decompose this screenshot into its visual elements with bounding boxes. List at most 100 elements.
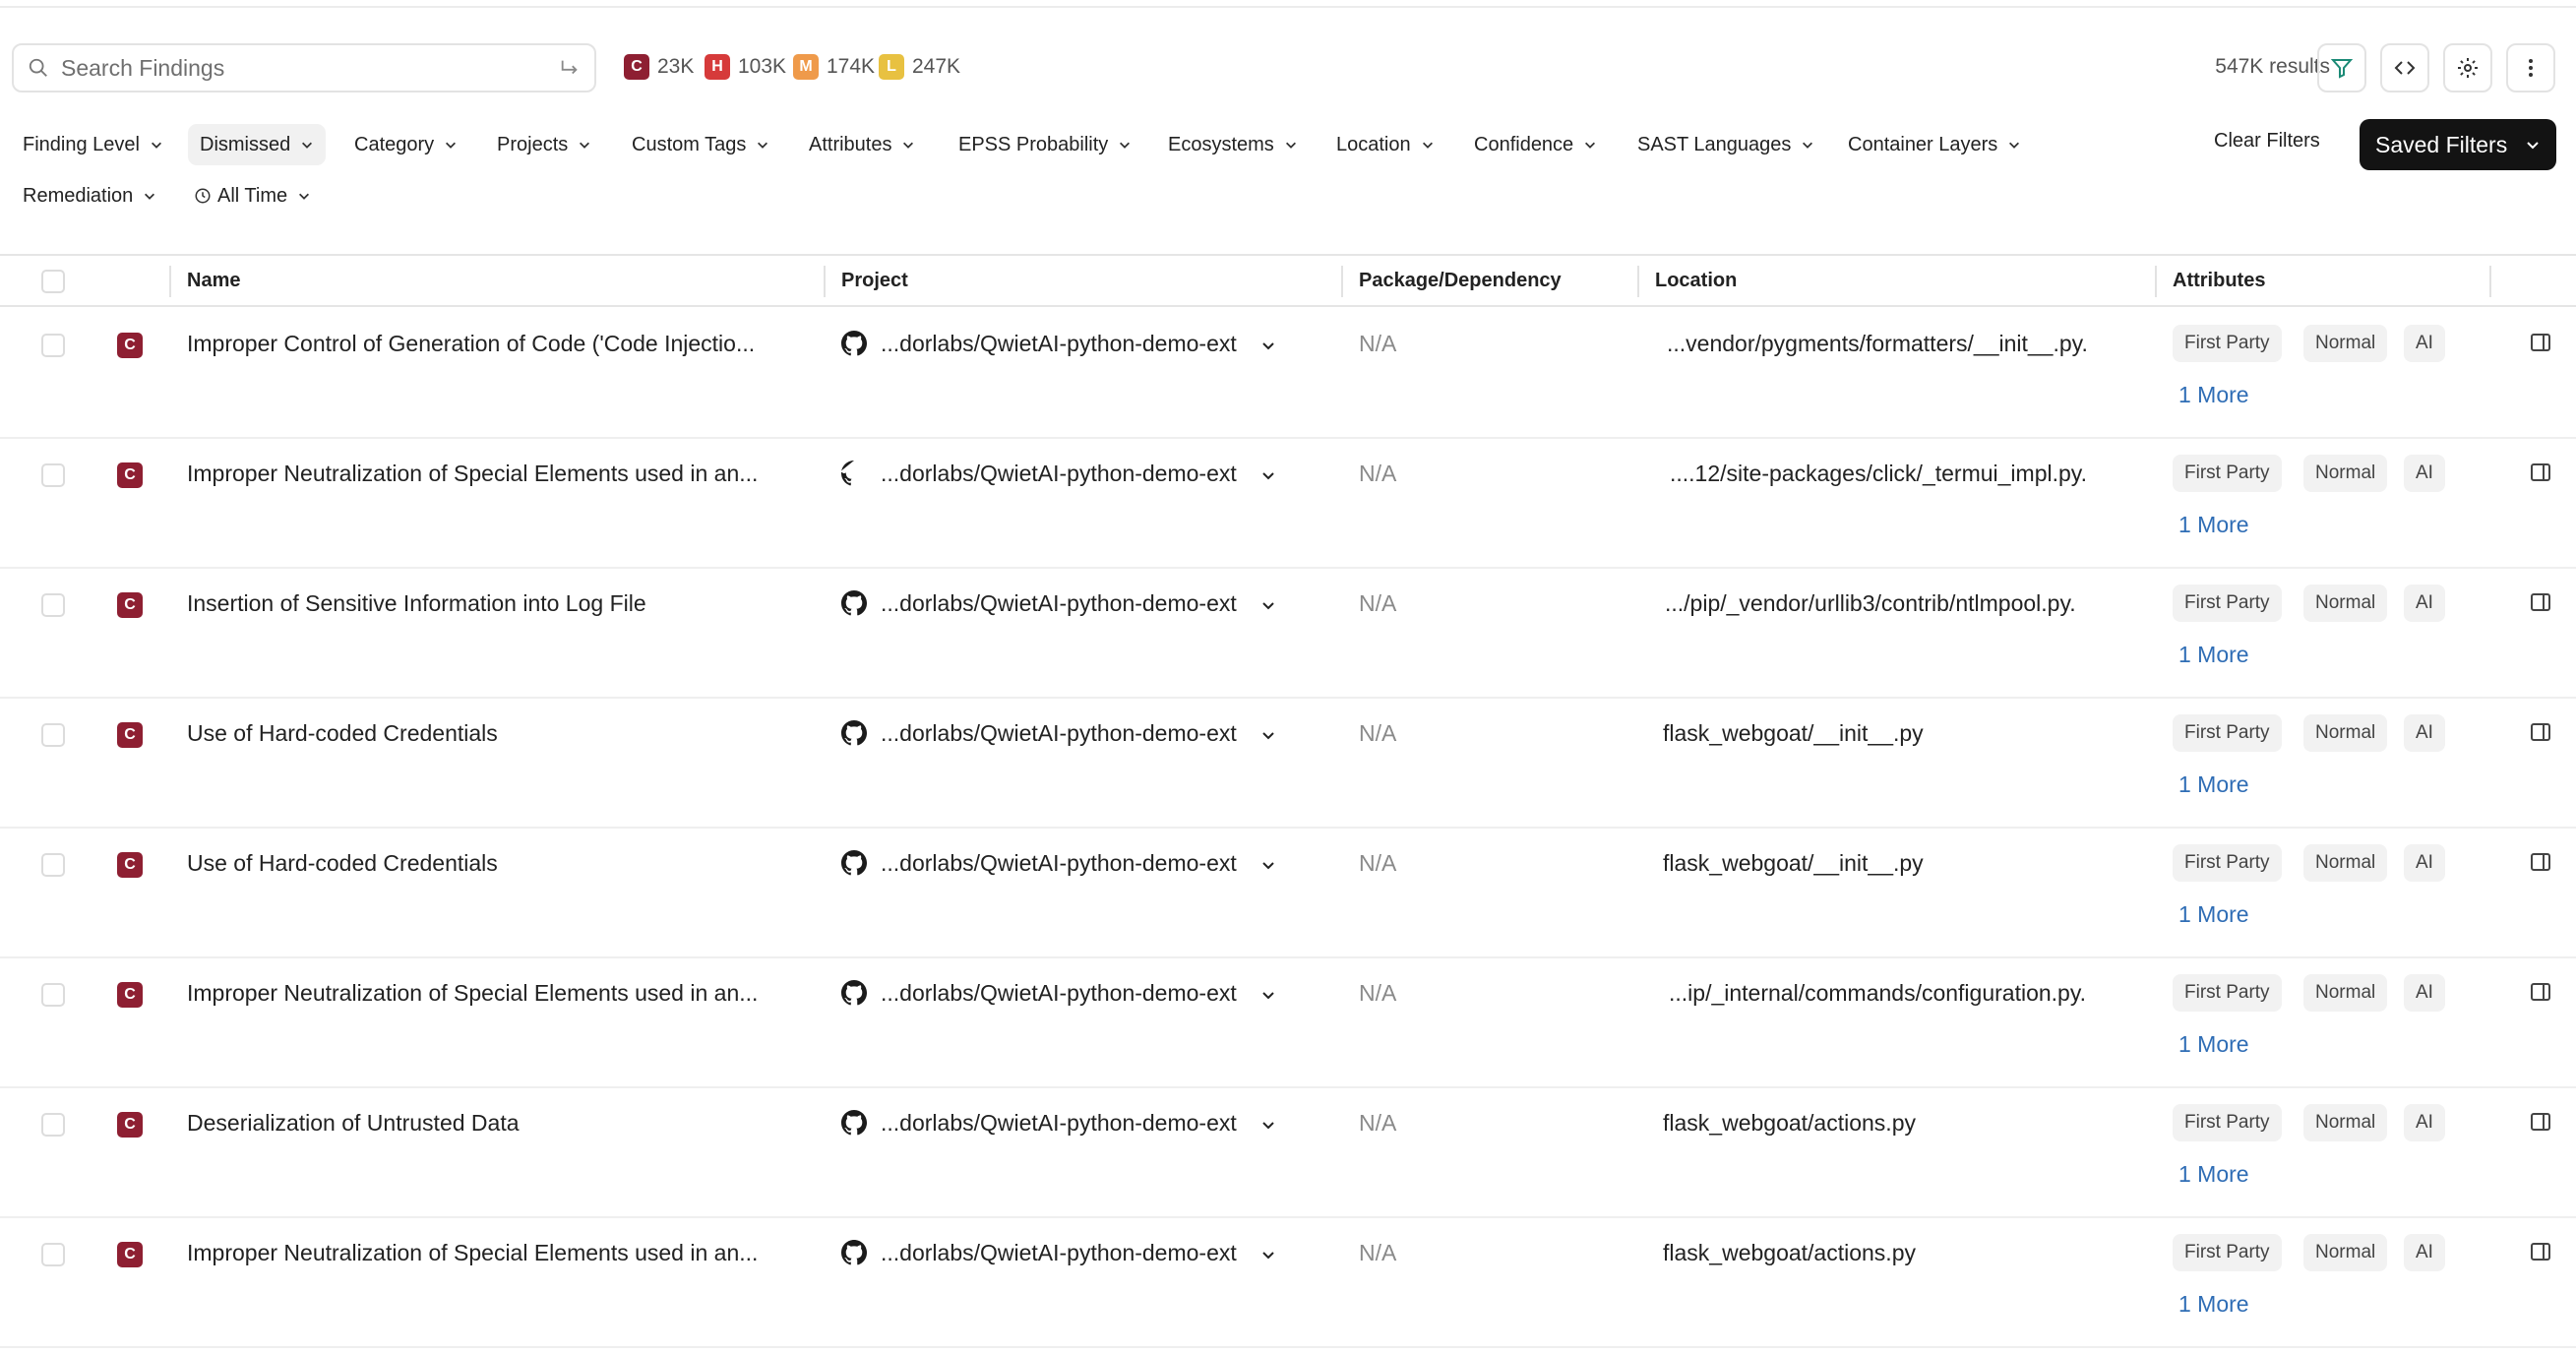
more-attributes-link[interactable]: 1 More (2178, 382, 2249, 408)
table-row[interactable]: C Improper Neutralization of Special Ele… (0, 439, 2576, 569)
row-checkbox[interactable] (41, 853, 65, 877)
finding-name[interactable]: Improper Neutralization of Special Eleme… (187, 461, 758, 487)
clear-filters-button[interactable]: Clear Filters (2214, 130, 2320, 153)
chevron-down-icon[interactable] (1260, 468, 1276, 484)
side-panel-icon[interactable] (2529, 590, 2552, 614)
column-name[interactable]: Name (187, 270, 240, 292)
severity-high-count[interactable]: H 103K (705, 54, 786, 80)
more-options-button[interactable] (2506, 43, 2555, 92)
filter-ecosystems[interactable]: Ecosystems (1156, 124, 1310, 165)
row-checkbox[interactable] (41, 1113, 65, 1137)
chevron-down-icon[interactable] (1260, 1248, 1276, 1263)
filter-remediation[interactable]: Remediation (11, 175, 168, 216)
filter-sast-languages[interactable]: SAST Languages (1625, 124, 1826, 165)
table-row[interactable]: C Deserialization of Untrusted Data ...d… (0, 1088, 2576, 1218)
table-row[interactable]: C Use of Hard-coded Credentials ...dorla… (0, 829, 2576, 958)
row-checkbox[interactable] (41, 983, 65, 1007)
location-value[interactable]: ...vendor/pygments/formatters/__init__.p… (1667, 331, 2088, 357)
column-divider[interactable] (1341, 266, 1343, 297)
project-name[interactable]: ...dorlabs/QwietAI-python-demo-ext (881, 461, 1237, 487)
filter-projects[interactable]: Projects (485, 124, 603, 165)
location-value[interactable]: flask_webgoat/actions.py (1663, 1240, 1916, 1266)
side-panel-icon[interactable] (2529, 1110, 2552, 1134)
more-attributes-link[interactable]: 1 More (2178, 1291, 2249, 1318)
enter-icon[interactable] (559, 57, 581, 79)
chevron-down-icon[interactable] (1260, 858, 1276, 874)
finding-name[interactable]: Deserialization of Untrusted Data (187, 1110, 520, 1137)
more-attributes-link[interactable]: 1 More (2178, 642, 2249, 668)
finding-name[interactable]: Improper Neutralization of Special Eleme… (187, 980, 758, 1007)
finding-name[interactable]: Use of Hard-coded Credentials (187, 850, 498, 877)
location-value[interactable]: flask_webgoat/actions.py (1663, 1110, 1916, 1137)
finding-name[interactable]: Improper Neutralization of Special Eleme… (187, 1240, 758, 1266)
row-checkbox[interactable] (41, 593, 65, 617)
table-row[interactable]: C Use of Hard-coded Credentials ...dorla… (0, 699, 2576, 829)
location-value[interactable]: ...ip/_internal/commands/configuration.p… (1669, 980, 2086, 1007)
project-name[interactable]: ...dorlabs/QwietAI-python-demo-ext (881, 850, 1237, 877)
side-panel-icon[interactable] (2529, 980, 2552, 1004)
table-row[interactable]: C Improper Control of Generation of Code… (0, 309, 2576, 439)
chevron-down-icon[interactable] (1260, 728, 1276, 744)
chevron-down-icon[interactable] (1260, 338, 1276, 354)
chevron-down-icon[interactable] (1260, 1118, 1276, 1134)
saved-filters-button[interactable]: Saved Filters (2360, 119, 2556, 170)
column-divider[interactable] (2489, 266, 2491, 297)
filter-button[interactable] (2317, 43, 2366, 92)
project-name[interactable]: ...dorlabs/QwietAI-python-demo-ext (881, 1240, 1237, 1266)
table-row[interactable]: C Improper Neutralization of Special Ele… (0, 1218, 2576, 1348)
settings-button[interactable] (2443, 43, 2492, 92)
chevron-down-icon[interactable] (1260, 988, 1276, 1004)
column-location[interactable]: Location (1655, 270, 1737, 292)
more-attributes-link[interactable]: 1 More (2178, 1031, 2249, 1058)
project-name[interactable]: ...dorlabs/QwietAI-python-demo-ext (881, 720, 1237, 747)
filter-container-layers[interactable]: Container Layers (1836, 124, 2033, 165)
more-attributes-link[interactable]: 1 More (2178, 1161, 2249, 1188)
more-attributes-link[interactable]: 1 More (2178, 512, 2249, 538)
column-project[interactable]: Project (841, 270, 908, 292)
filter-category[interactable]: Category (342, 124, 469, 165)
more-attributes-link[interactable]: 1 More (2178, 901, 2249, 928)
more-attributes-link[interactable]: 1 More (2178, 771, 2249, 798)
column-divider[interactable] (1637, 266, 1639, 297)
code-view-button[interactable] (2380, 43, 2429, 92)
finding-name[interactable]: Use of Hard-coded Credentials (187, 720, 498, 747)
location-value[interactable]: ....12/site-packages/click/_termui_impl.… (1670, 461, 2087, 487)
select-all-checkbox[interactable] (41, 270, 65, 293)
location-value[interactable]: .../pip/_vendor/urllib3/contrib/ntlmpool… (1665, 590, 2076, 617)
filter-attributes[interactable]: Attributes (797, 124, 927, 165)
filter-epss-probability[interactable]: EPSS Probability (947, 124, 1143, 165)
column-attributes[interactable]: Attributes (2173, 270, 2265, 292)
filter-finding-level[interactable]: Finding Level (11, 124, 175, 165)
row-checkbox[interactable] (41, 1243, 65, 1266)
filter-all-time[interactable]: All Time (182, 175, 323, 216)
project-name[interactable]: ...dorlabs/QwietAI-python-demo-ext (881, 590, 1237, 617)
row-checkbox[interactable] (41, 723, 65, 747)
project-name[interactable]: ...dorlabs/QwietAI-python-demo-ext (881, 1110, 1237, 1137)
side-panel-icon[interactable] (2529, 720, 2552, 744)
filter-location[interactable]: Location (1324, 124, 1446, 165)
row-checkbox[interactable] (41, 463, 65, 487)
location-value[interactable]: flask_webgoat/__init__.py (1663, 720, 1924, 747)
severity-low-count[interactable]: L 247K (879, 54, 960, 80)
table-row[interactable]: C Improper Neutralization of Special Ele… (0, 958, 2576, 1088)
project-name[interactable]: ...dorlabs/QwietAI-python-demo-ext (881, 331, 1237, 357)
column-divider[interactable] (169, 266, 171, 297)
side-panel-icon[interactable] (2529, 461, 2552, 484)
search-input[interactable] (59, 53, 559, 83)
project-name[interactable]: ...dorlabs/QwietAI-python-demo-ext (881, 980, 1237, 1007)
finding-name[interactable]: Improper Control of Generation of Code (… (187, 331, 755, 357)
filter-dismissed[interactable]: Dismissed (188, 124, 327, 165)
side-panel-icon[interactable] (2529, 1240, 2552, 1263)
side-panel-icon[interactable] (2529, 331, 2552, 354)
row-checkbox[interactable] (41, 334, 65, 357)
side-panel-icon[interactable] (2529, 850, 2552, 874)
filter-confidence[interactable]: Confidence (1462, 124, 1609, 165)
search-box[interactable] (12, 43, 596, 92)
column-package[interactable]: Package/Dependency (1359, 270, 1562, 292)
location-value[interactable]: flask_webgoat/__init__.py (1663, 850, 1924, 877)
finding-name[interactable]: Insertion of Sensitive Information into … (187, 590, 646, 617)
severity-medium-count[interactable]: M 174K (793, 54, 875, 80)
filter-custom-tags[interactable]: Custom Tags (620, 124, 781, 165)
column-divider[interactable] (2155, 266, 2157, 297)
table-row[interactable]: C Insertion of Sensitive Information int… (0, 569, 2576, 699)
